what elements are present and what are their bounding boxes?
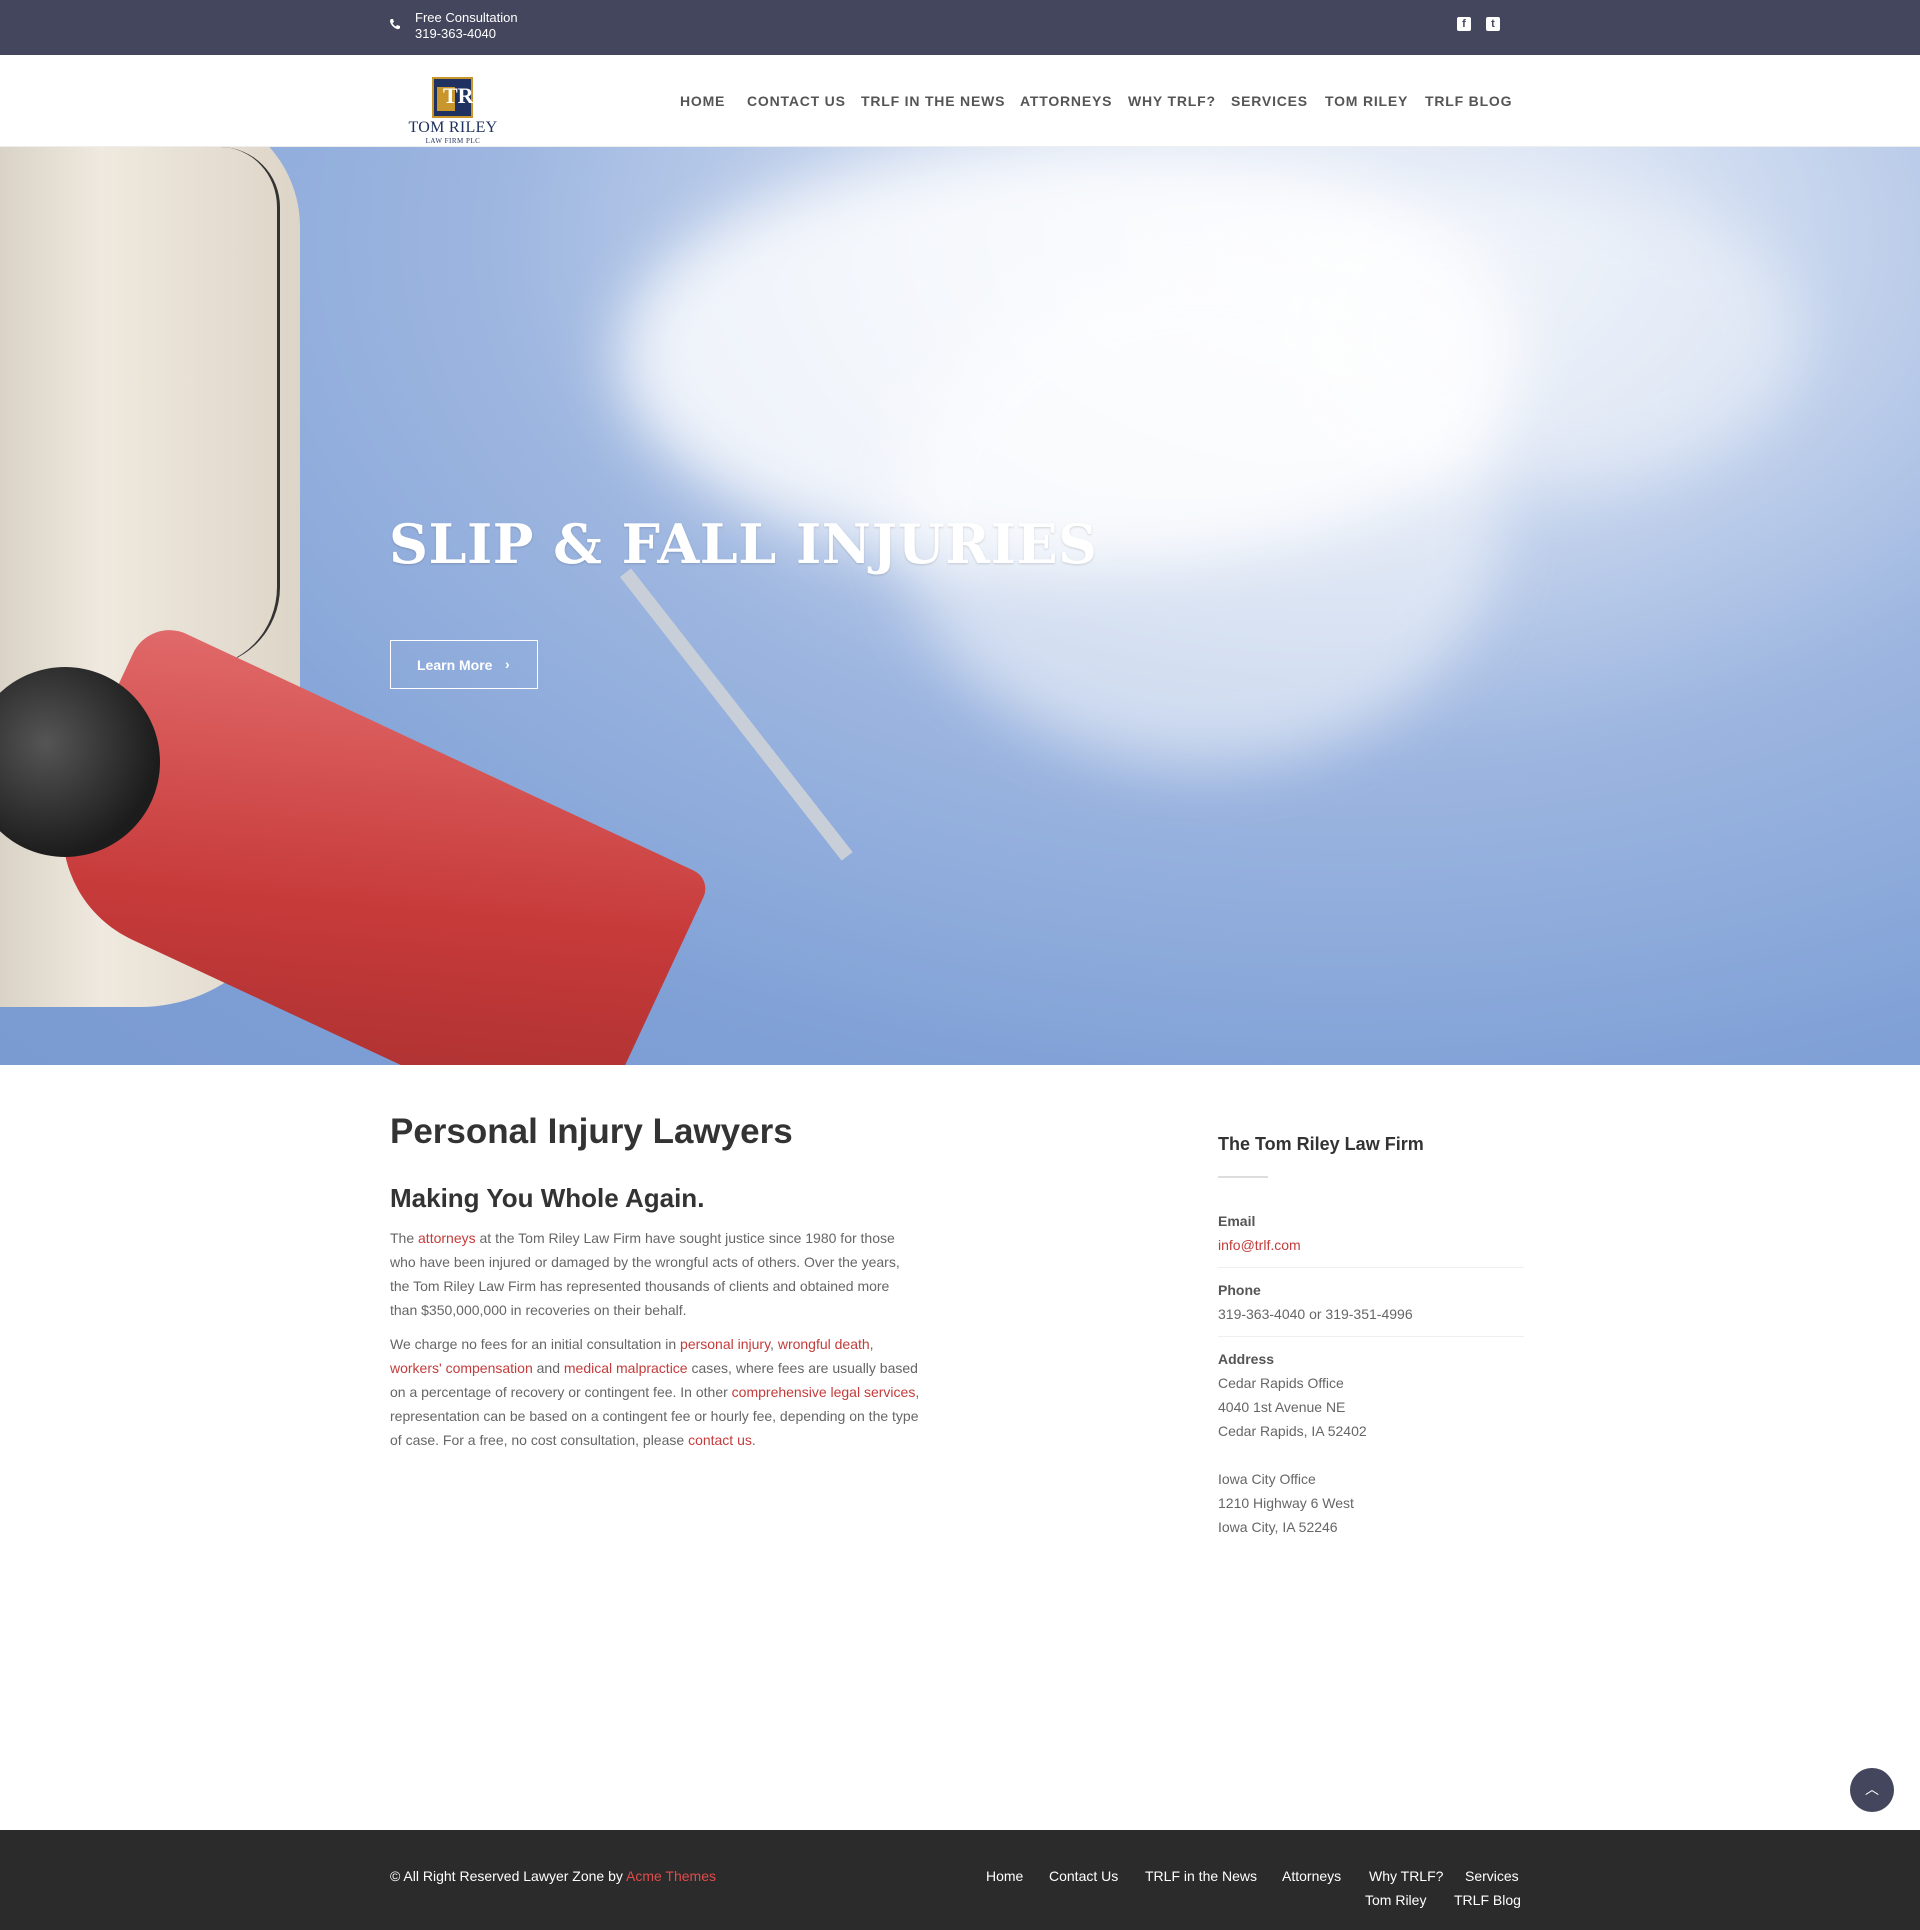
facebook-icon[interactable]: f	[1457, 17, 1471, 31]
office2-city: Iowa City, IA 52246	[1218, 1519, 1338, 1535]
nav-services[interactable]: SERVICES	[1231, 93, 1308, 109]
acme-themes-link[interactable]: Acme Themes	[626, 1868, 716, 1884]
office1-street: 4040 1st Avenue NE	[1218, 1399, 1346, 1415]
medical-malpractice-link[interactable]: medical malpractice	[564, 1360, 688, 1376]
nav-trlf-blog[interactable]: TRLF BLOG	[1425, 93, 1512, 109]
nav-trlf-in-the-news[interactable]: TRLF IN THE NEWS	[861, 93, 1005, 109]
nav-contact-us[interactable]: CONTACT US	[747, 93, 846, 109]
free-consultation-label: Free Consultation	[415, 10, 518, 25]
fees-paragraph: We charge no fees for an initial consult…	[390, 1336, 920, 1448]
logo-subtitle: LAW FIRM PLC	[425, 137, 481, 145]
consultation-phone[interactable]: 319-363-4040	[415, 26, 496, 41]
footer-link-trlf-in-the-news[interactable]: TRLF in the News	[1145, 1868, 1257, 1884]
top-bar: Free Consultation 319-363-4040 f t	[0, 0, 1920, 55]
attorneys-link[interactable]: attorneys	[418, 1230, 476, 1246]
phone-label: Phone	[1218, 1282, 1261, 1298]
page-title: Personal Injury Lawyers	[390, 1112, 793, 1151]
nav-why-trlf[interactable]: WHY TRLF?	[1128, 93, 1216, 109]
learn-more-label: Learn More	[417, 657, 493, 673]
footer-link-tom-riley[interactable]: Tom Riley	[1365, 1892, 1426, 1908]
site-header: TR TOM RILEY LAW FIRM PLC HOME CONTACT U…	[0, 55, 1920, 147]
office1-city: Cedar Rapids, IA 52402	[1218, 1423, 1367, 1439]
wrongful-death-link[interactable]: wrongful death	[778, 1336, 870, 1352]
intro-paragraph: The attorneys at the Tom Riley Law Firm …	[390, 1230, 900, 1318]
divider	[1218, 1336, 1524, 1337]
twitter-icon[interactable]: t	[1486, 17, 1500, 31]
contact-us-link[interactable]: contact us	[688, 1432, 752, 1448]
footer-link-attorneys[interactable]: Attorneys	[1282, 1868, 1341, 1884]
chevron-right-icon: ›	[505, 656, 510, 672]
main-nav: HOME CONTACT US TRLF IN THE NEWS ATTORNE…	[0, 87, 1920, 117]
hero-title: SLIP & FALL INJURIES	[389, 512, 1098, 576]
logo-name: TOM RILEY	[408, 119, 498, 136]
site-footer: © All Right Reserved Lawyer Zone by Acme…	[0, 1830, 1920, 1930]
phone-value: 319-363-4040 or 319-351-4996	[1218, 1306, 1413, 1322]
divider	[1218, 1176, 1268, 1178]
back-to-top-button[interactable]: ︿	[1850, 1768, 1894, 1812]
address-label: Address	[1218, 1351, 1275, 1367]
footer-link-contact-us[interactable]: Contact Us	[1049, 1868, 1118, 1884]
widget-title: The Tom Riley Law Firm	[1218, 1134, 1424, 1154]
nav-attorneys[interactable]: ATTORNEYS	[1020, 93, 1112, 109]
copyright: © All Right Reserved Lawyer Zone by Acme…	[390, 1868, 716, 1884]
workers-compensation-link[interactable]: workers' compensation	[390, 1360, 533, 1376]
page-subtitle: Making You Whole Again.	[390, 1183, 705, 1213]
email-link[interactable]: info@trlf.com	[1218, 1237, 1301, 1253]
learn-more-button[interactable]: Learn More ›	[390, 640, 538, 689]
chevron-up-icon: ︿	[1865, 1781, 1879, 1797]
footer-link-services[interactable]: Services	[1465, 1868, 1519, 1884]
phone-icon	[389, 19, 400, 30]
footer-link-trlf-blog[interactable]: TRLF Blog	[1454, 1892, 1521, 1908]
nav-home[interactable]: HOME	[680, 93, 725, 109]
hero-slider: SLIP & FALL INJURIES Learn More ›	[0, 147, 1920, 1065]
office2-name: Iowa City Office	[1218, 1471, 1316, 1487]
comprehensive-legal-services-link[interactable]: comprehensive legal services	[732, 1384, 916, 1400]
nav-tom-riley[interactable]: TOM RILEY	[1325, 93, 1408, 109]
footer-link-home[interactable]: Home	[986, 1868, 1023, 1884]
footer-link-why-trlf[interactable]: Why TRLF?	[1369, 1868, 1443, 1884]
divider	[1218, 1267, 1524, 1268]
personal-injury-link[interactable]: personal injury	[680, 1336, 770, 1352]
email-label: Email	[1218, 1213, 1256, 1229]
office2-street: 1210 Highway 6 West	[1218, 1495, 1354, 1511]
office1-name: Cedar Rapids Office	[1218, 1375, 1344, 1391]
